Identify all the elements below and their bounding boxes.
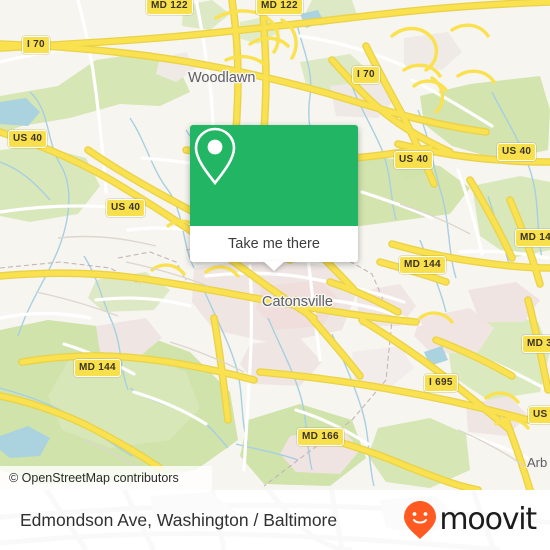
road-shield-us-40-far-east[interactable]: US 40 — [497, 143, 537, 161]
road-shield-us-40-east[interactable]: US 40 — [394, 151, 434, 169]
footer-bar: Edmondson Ave, Washington / Baltimore mo… — [0, 490, 550, 550]
road-shield-us-40-west[interactable]: US 40 — [8, 130, 48, 148]
moovit-map-screenshot: Woodlawn Catonsville Arb MD 122 MD 122 I… — [0, 0, 550, 550]
road-shield-us-southeast[interactable]: US — [528, 406, 550, 424]
popup-card-header — [190, 125, 358, 226]
place-label-woodlawn: Woodlawn — [188, 70, 256, 86]
moovit-logo[interactable]: moovit — [403, 500, 537, 540]
place-label-catonsville: Catonsville — [262, 294, 333, 310]
road-shield-us-40-center[interactable]: US 40 — [106, 199, 146, 217]
popup-pointer-arrow — [263, 261, 285, 271]
road-shield-md-3[interactable]: MD 3 — [522, 335, 550, 353]
map-pin-icon — [194, 127, 236, 186]
road-shield-md-144-center[interactable]: MD 144 — [399, 256, 446, 274]
road-shield-i-70-east[interactable]: I 70 — [352, 66, 380, 84]
map-attribution[interactable]: © OpenStreetMap contributors — [0, 466, 212, 490]
map-canvas[interactable]: Woodlawn Catonsville Arb MD 122 MD 122 I… — [0, 0, 550, 490]
road-shield-i-70-west[interactable]: I 70 — [22, 36, 50, 54]
road-shield-md-122-west[interactable]: MD 122 — [146, 0, 193, 15]
road-shield-i-695[interactable]: I 695 — [424, 374, 458, 392]
attribution-text: © OpenStreetMap contributors — [9, 471, 179, 485]
road-shield-md-144-west[interactable]: MD 144 — [74, 359, 121, 377]
take-me-there-button[interactable]: Take me there — [190, 226, 358, 271]
take-me-there-label: Take me there — [228, 236, 320, 252]
road-shield-md-166[interactable]: MD 166 — [297, 428, 344, 446]
moovit-smiley-pin-icon — [404, 501, 437, 539]
place-label-arb: Arb — [527, 455, 548, 470]
road-shield-md-144-east-edge[interactable]: MD 14 — [515, 229, 550, 247]
road-shield-md-122-east[interactable]: MD 122 — [256, 0, 303, 15]
moovit-wordmark: moovit — [439, 502, 537, 537]
destination-popup-card[interactable]: Take me there — [190, 125, 358, 271]
footer-location-title: Edmondson Ave, Washington / Baltimore — [20, 509, 338, 530]
